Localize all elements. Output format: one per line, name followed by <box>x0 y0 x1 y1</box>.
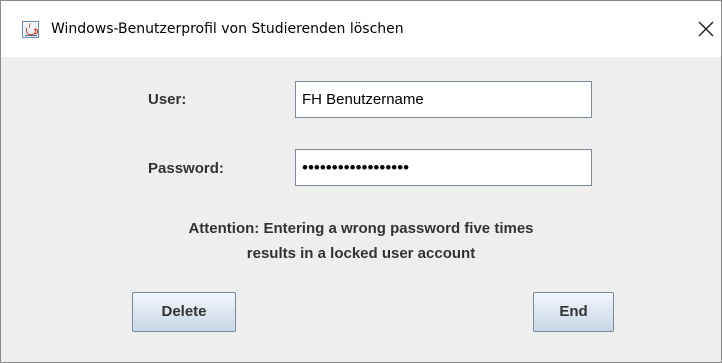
window-title: Windows-Benutzerprofil von Studierenden … <box>51 21 404 37</box>
close-icon <box>698 21 714 37</box>
notice-line-2: results in a locked user account <box>246 245 476 262</box>
java-cup-icon <box>22 21 39 38</box>
dialog-window: Windows-Benutzerprofil von Studierenden … <box>0 0 722 363</box>
end-button[interactable]: End <box>533 292 614 332</box>
user-label: User: <box>148 91 187 108</box>
password-input[interactable] <box>295 149 592 186</box>
notice-line-1: Attention: Entering a wrong password fiv… <box>188 220 534 237</box>
password-label: Password: <box>148 160 224 177</box>
user-input[interactable] <box>295 81 592 118</box>
title-bar[interactable]: Windows-Benutzerprofil von Studierenden … <box>1 1 721 57</box>
close-button[interactable] <box>691 14 721 44</box>
delete-button[interactable]: Delete <box>132 292 236 332</box>
